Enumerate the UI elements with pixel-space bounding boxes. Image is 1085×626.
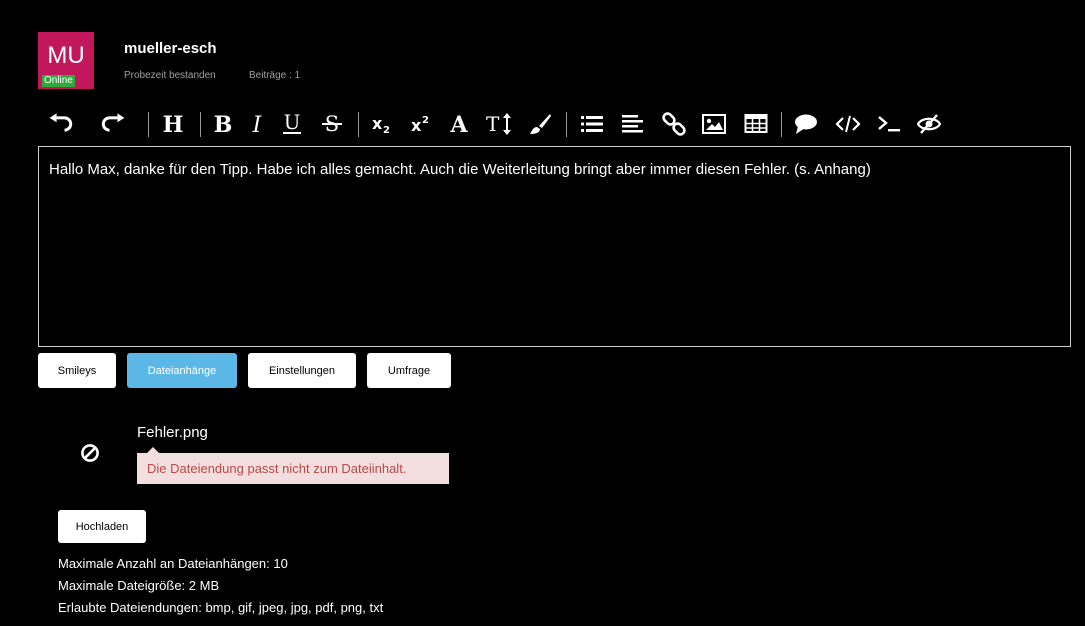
tab-poll[interactable]: Umfrage xyxy=(367,353,451,388)
code-icon[interactable] xyxy=(833,108,863,140)
bold-icon[interactable]: B xyxy=(208,108,238,140)
user-rank: Probezeit bestanden xyxy=(124,70,216,81)
font-size-icon[interactable]: T xyxy=(484,108,514,140)
error-caret xyxy=(147,447,159,453)
svg-text:U: U xyxy=(284,112,301,134)
forbidden-icon xyxy=(80,443,100,467)
terminal-icon[interactable] xyxy=(874,108,904,140)
svg-text:x: x xyxy=(372,114,383,133)
toolbar-separator xyxy=(148,112,149,137)
table-icon[interactable] xyxy=(741,108,771,140)
toolbar-separator xyxy=(781,112,782,137)
svg-text:x: x xyxy=(411,116,422,135)
subscript-icon[interactable]: x2 xyxy=(367,108,397,140)
editor-text[interactable]: Hallo Max, danke für den Tipp. Habe ich … xyxy=(49,161,871,178)
attachment-error-text: Die Dateiendung passt nicht zum Dateiinh… xyxy=(147,461,407,476)
online-badge: Online xyxy=(42,75,75,87)
quote-icon[interactable] xyxy=(791,108,821,140)
toolbar-separator xyxy=(358,112,359,137)
svg-text:A: A xyxy=(449,113,468,135)
attachment-error: Die Dateiendung passt nicht zum Dateiinh… xyxy=(137,447,449,484)
toolbar-separator xyxy=(566,112,567,137)
user-post-count: Beiträge : 1 xyxy=(249,70,301,81)
color-brush-icon[interactable] xyxy=(525,108,555,140)
heading-icon[interactable]: H xyxy=(158,108,188,140)
italic-icon[interactable]: I xyxy=(242,108,272,140)
message-editor[interactable]: Hallo Max, danke für den Tipp. Habe ich … xyxy=(38,146,1071,347)
svg-text:H: H xyxy=(163,113,184,135)
allowed-extensions-info: Erlaubte Dateiendungen: bmp, gif, jpeg, … xyxy=(58,600,384,615)
avatar[interactable]: MU Online xyxy=(38,32,94,89)
font-icon[interactable]: A xyxy=(444,108,474,140)
superscript-icon[interactable]: x2 xyxy=(406,108,436,140)
max-size-info: Maximale Dateigröße: 2 MB xyxy=(58,578,220,593)
tab-settings[interactable]: Einstellungen xyxy=(248,353,356,388)
username[interactable]: mueller-esch xyxy=(124,40,217,57)
tab-attachments[interactable]: Dateianhänge xyxy=(127,353,237,388)
strikethrough-icon[interactable]: S xyxy=(317,108,347,140)
list-icon[interactable] xyxy=(577,108,607,140)
toolbar-separator xyxy=(200,112,201,137)
spoiler-icon[interactable] xyxy=(914,108,944,140)
image-icon[interactable] xyxy=(699,108,729,140)
svg-text:2: 2 xyxy=(383,125,390,135)
svg-text:2: 2 xyxy=(422,115,429,126)
link-icon[interactable] xyxy=(659,108,689,140)
attachment-filename: Fehler.png xyxy=(137,424,208,441)
avatar-initials: MU xyxy=(47,42,85,69)
align-icon[interactable] xyxy=(618,108,648,140)
svg-text:B: B xyxy=(214,113,233,135)
svg-text:I: I xyxy=(252,113,263,135)
underline-icon[interactable]: U xyxy=(277,108,307,140)
max-attachments-info: Maximale Anzahl an Dateianhängen: 10 xyxy=(58,556,288,571)
redo-icon[interactable] xyxy=(98,108,128,140)
tab-smileys[interactable]: Smileys xyxy=(38,353,116,388)
undo-icon[interactable] xyxy=(46,108,76,140)
upload-button[interactable]: Hochladen xyxy=(58,510,146,543)
svg-text:T: T xyxy=(486,112,500,136)
